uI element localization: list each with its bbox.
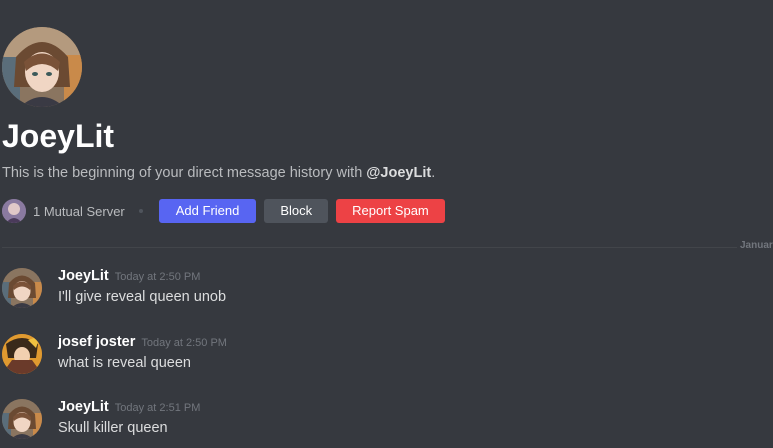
- message-author[interactable]: josef joster: [58, 334, 135, 350]
- message-header: josef joster Today at 2:50 PM: [58, 332, 227, 353]
- message-content: I'll give reveal queen unob: [58, 289, 227, 305]
- message-timestamp: Today at 2:50 PM: [141, 337, 227, 349]
- message-author[interactable]: JoeyLit: [58, 399, 109, 415]
- message-avatar[interactable]: [2, 334, 42, 374]
- block-button[interactable]: Block: [264, 199, 329, 223]
- add-friend-button[interactable]: Add Friend: [158, 199, 257, 223]
- date-divider-label: January: [740, 240, 773, 251]
- date-divider: [2, 247, 737, 248]
- user-mention[interactable]: @JoeyLit: [366, 165, 431, 181]
- intro-suffix: .: [431, 165, 436, 181]
- mutual-server-icon[interactable]: [2, 199, 26, 223]
- message-header: JoeyLit Today at 2:50 PM: [58, 266, 200, 287]
- message-content: what is reveal queen: [58, 355, 191, 371]
- profile-username: JoeyLit: [2, 118, 115, 154]
- profile-actions: 1 Mutual Server Add Friend Block Report …: [2, 199, 453, 223]
- message-avatar[interactable]: [2, 268, 42, 308]
- dm-history-intro: This is the beginning of your direct mes…: [2, 163, 435, 183]
- report-spam-button[interactable]: Report Spam: [336, 199, 445, 223]
- message-timestamp: Today at 2:51 PM: [114, 402, 201, 414]
- message-item[interactable]: josef joster Today at 2:50 PM what is rev…: [0, 332, 773, 376]
- message-header: JoeyLit Today at 2:51 PM: [58, 397, 200, 418]
- dm-channel-view: JoeyLit This is the beginning of your di…: [0, 0, 773, 448]
- message-content: Skull killer queen: [58, 420, 168, 436]
- intro-text: This is the beginning of your direct mes…: [2, 165, 367, 181]
- mutual-servers-link[interactable]: 1 Mutual Server: [33, 204, 125, 219]
- message-author[interactable]: JoeyLit: [58, 268, 109, 284]
- message-item[interactable]: JoeyLit Today at 2:50 PM I'll give reveal…: [0, 266, 773, 310]
- message-item[interactable]: JoeyLit Today at 2:51 PM Skull killer que…: [0, 397, 773, 441]
- message-avatar[interactable]: [2, 399, 42, 439]
- user-avatar-large[interactable]: [2, 27, 82, 107]
- separator-dot: [138, 209, 143, 213]
- message-timestamp: Today at 2:50 PM: [114, 271, 201, 283]
